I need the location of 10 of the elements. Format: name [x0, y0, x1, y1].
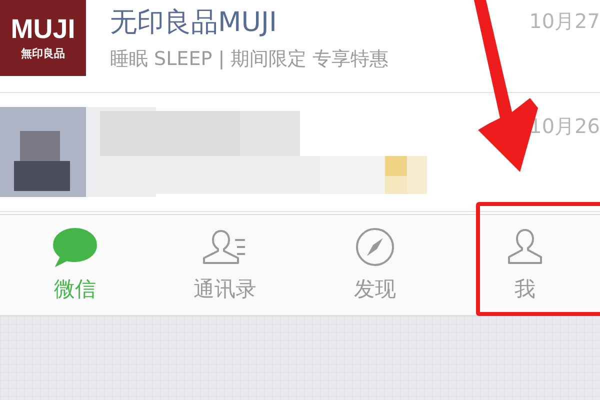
- logo-text: MUJI: [10, 16, 76, 42]
- tab[interactable]: 微信: [0, 215, 150, 315]
- chat-date: 10月27: [529, 8, 600, 35]
- logo-subtext: 無印良品: [21, 46, 65, 60]
- tab[interactable]: 发现: [300, 215, 450, 315]
- tab[interactable]: 我: [450, 215, 600, 315]
- chat-bubble-icon: [51, 227, 99, 267]
- chat-name: 无印良品MUJI: [110, 6, 278, 40]
- chat-preview: 睡眠 SLEEP | 期间限定 专享特惠: [110, 47, 389, 72]
- tab[interactable]: 通讯录: [150, 215, 300, 315]
